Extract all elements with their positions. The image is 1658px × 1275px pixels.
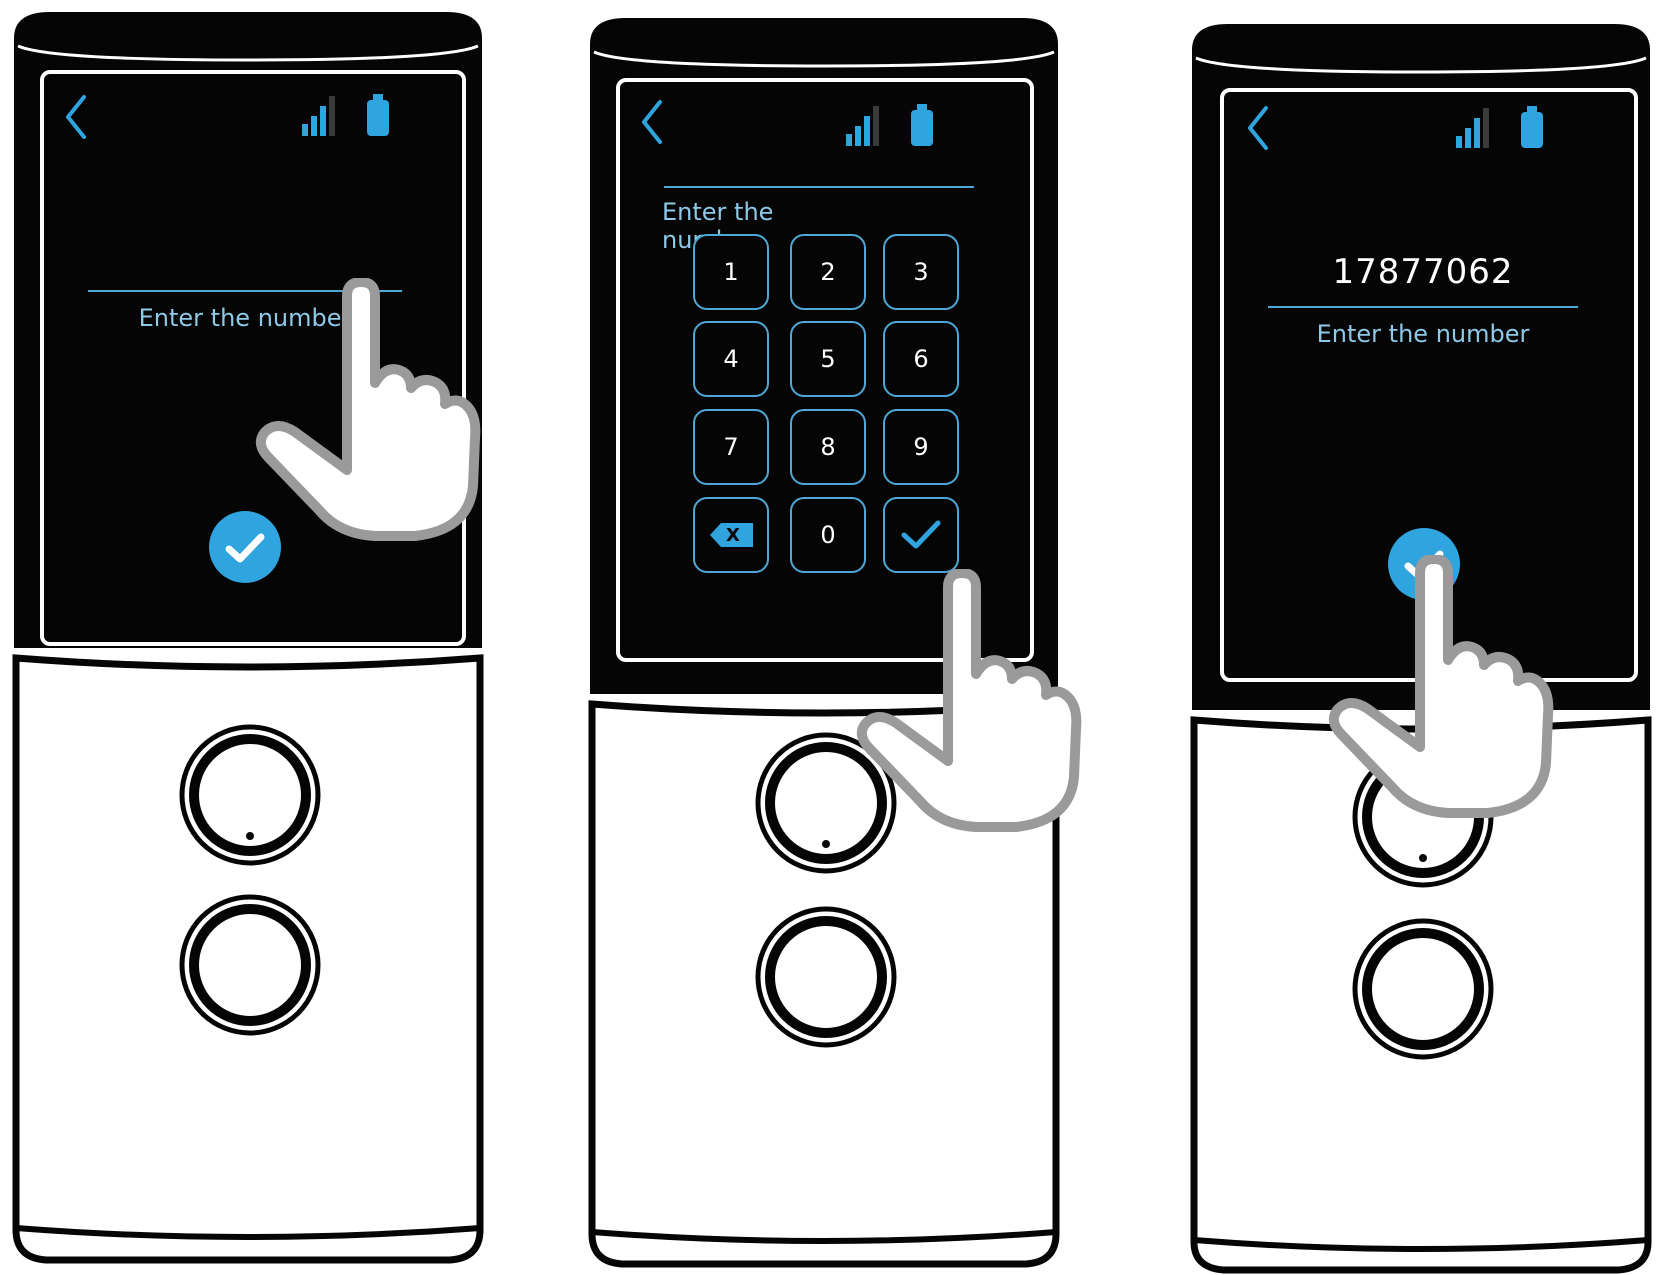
key-4[interactable]: 4	[693, 321, 769, 397]
key-9[interactable]: 9	[883, 409, 959, 485]
signal-icon	[302, 96, 335, 136]
backspace-x: X	[726, 524, 740, 546]
key-7[interactable]: 7	[693, 409, 769, 485]
input-label: Enter the number	[1316, 320, 1530, 348]
signal-icon	[846, 106, 879, 146]
input-underline[interactable]	[1268, 306, 1578, 308]
hand-pointer-icon	[255, 278, 481, 541]
back-arrow-icon[interactable]	[62, 93, 92, 143]
hand-pointer-icon	[856, 569, 1082, 832]
hand-pointer-icon	[1328, 555, 1554, 818]
check-icon	[901, 520, 941, 549]
key-2[interactable]: 2	[790, 234, 866, 310]
key-backspace[interactable]: X	[693, 497, 769, 573]
key-1[interactable]: 1	[693, 234, 769, 310]
key-3[interactable]: 3	[883, 234, 959, 310]
signal-icon	[1456, 108, 1489, 148]
back-arrow-icon[interactable]	[1244, 104, 1274, 154]
input-underline[interactable]	[664, 186, 974, 188]
entered-number: 17877062	[1332, 252, 1514, 292]
battery-icon	[367, 94, 389, 136]
key-0[interactable]: 0	[790, 497, 866, 573]
back-arrow-icon[interactable]	[638, 98, 668, 148]
physical-button-bottom[interactable]	[175, 890, 325, 1040]
battery-icon	[911, 104, 933, 146]
physical-button-top[interactable]	[175, 720, 325, 870]
key-confirm[interactable]	[883, 497, 959, 573]
battery-icon	[1521, 106, 1543, 148]
key-5[interactable]: 5	[790, 321, 866, 397]
key-6[interactable]: 6	[883, 321, 959, 397]
physical-button-bottom[interactable]	[751, 902, 901, 1052]
device-panel-3: 17877062 Enter the number	[1188, 20, 1654, 1275]
key-8[interactable]: 8	[790, 409, 866, 485]
device-panel-1: Enter the number	[10, 8, 486, 1268]
device-panel-2: Enter the number 1 2 3 4 5 6 7 8 9 X 0	[586, 14, 1082, 1274]
physical-button-bottom[interactable]	[1348, 914, 1498, 1064]
